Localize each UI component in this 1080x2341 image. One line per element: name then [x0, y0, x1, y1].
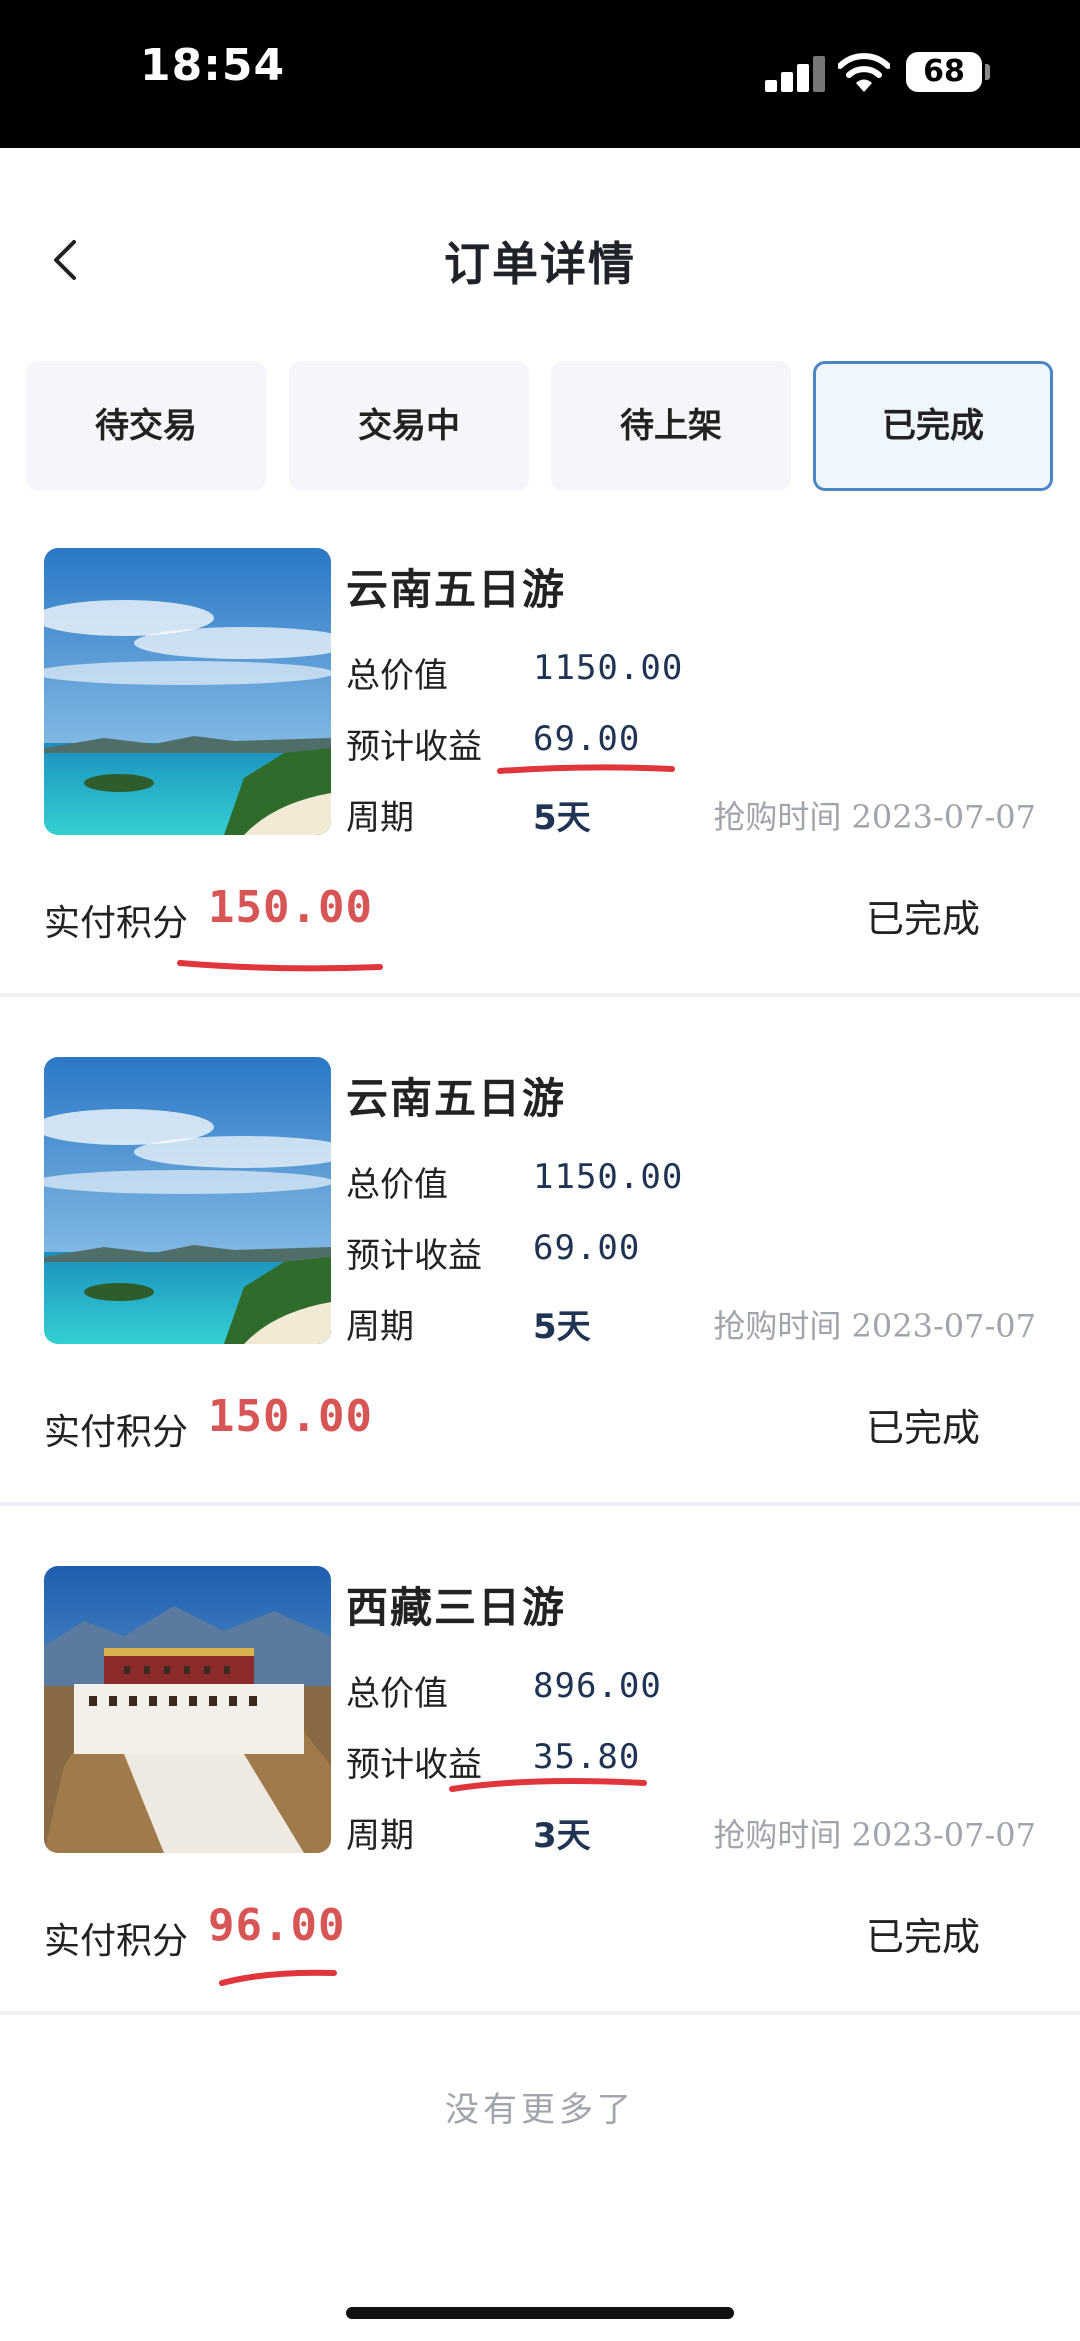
purchase-time-value: 2023-07-07 — [851, 798, 1037, 836]
order-status: 已完成 — [865, 1406, 980, 1450]
red-underline-mark — [497, 764, 675, 774]
tab-pending-trade[interactable]: 待交易 — [26, 361, 266, 491]
purchase-time-label: 抢购时间 — [713, 798, 842, 836]
paid-points: 150.00 — [208, 882, 373, 933]
period-value: 5天 — [533, 1307, 591, 1347]
purchase-time: 抢购时间 2023-07-07 — [713, 792, 1036, 838]
paid-points: 96.00 — [208, 1900, 346, 1951]
expected-income-label: 预计收益 — [346, 1236, 482, 1276]
total-value: 1150.00 — [533, 1157, 684, 1197]
purchase-time-label: 抢购时间 — [713, 1307, 842, 1345]
total-value: 1150.00 — [533, 648, 684, 688]
purchase-time-value: 2023-07-07 — [851, 1816, 1037, 1854]
signal-icon — [765, 56, 827, 92]
tab-trading[interactable]: 交易中 — [289, 361, 529, 491]
purchase-time-value: 2023-07-07 — [851, 1307, 1037, 1345]
status-bar: 18:54 68 — [0, 0, 1080, 148]
order-card[interactable]: 云南五日游 总价值 1150.00 预计收益 69.00 周期 5天 抢购时间 … — [0, 1057, 1080, 1506]
product-name: 云南五日游 — [346, 565, 567, 614]
purchase-time: 抢购时间 2023-07-07 — [713, 1301, 1036, 1347]
red-underline-mark — [449, 1778, 647, 1792]
order-card[interactable]: 西藏三日游 总价值 896.00 预计收益 35.80 周期 3天 抢购时间 2… — [0, 1566, 1080, 2015]
purchase-time-label: 抢购时间 — [713, 1816, 842, 1854]
expected-income-label: 预计收益 — [346, 727, 482, 767]
order-status: 已完成 — [865, 897, 980, 941]
expected-income: 35.80 — [533, 1737, 641, 1777]
red-underline-mark — [219, 1969, 337, 1986]
period-value: 3天 — [533, 1816, 591, 1856]
wifi-icon — [838, 53, 890, 92]
paid-points-label: 实付积分 — [44, 1921, 189, 1962]
total-value-label: 总价值 — [346, 1165, 448, 1205]
total-value-label: 总价值 — [346, 656, 448, 696]
status-time: 18:54 — [140, 40, 286, 91]
product-name: 西藏三日游 — [346, 1583, 567, 1632]
paid-points-label: 实付积分 — [44, 903, 189, 944]
period-value: 5天 — [533, 798, 591, 838]
potala-palace-thumbnail — [44, 1566, 331, 1853]
tab-pending-listing[interactable]: 待上架 — [551, 361, 791, 491]
page-title: 订单详情 — [444, 237, 636, 291]
purchase-time: 抢购时间 2023-07-07 — [713, 1810, 1036, 1856]
beach-thumbnail — [44, 1057, 331, 1344]
no-more-text: 没有更多了 — [445, 2090, 635, 2130]
home-indicator[interactable] — [346, 2307, 734, 2319]
order-status: 已完成 — [865, 1915, 980, 1959]
total-value: 896.00 — [533, 1666, 662, 1706]
period-label: 周期 — [346, 798, 414, 838]
paid-points: 150.00 — [208, 1391, 373, 1442]
battery-icon: 68 — [906, 52, 990, 92]
expected-income: 69.00 — [533, 719, 641, 759]
red-underline-mark — [177, 960, 383, 972]
tab-completed[interactable]: 已完成 — [813, 361, 1053, 491]
beach-thumbnail — [44, 548, 331, 835]
total-value-label: 总价值 — [346, 1674, 448, 1714]
product-name: 云南五日游 — [346, 1074, 567, 1123]
period-label: 周期 — [346, 1816, 414, 1856]
period-label: 周期 — [346, 1307, 414, 1347]
paid-points-label: 实付积分 — [44, 1412, 189, 1453]
order-card[interactable]: 云南五日游 总价值 1150.00 预计收益 69.00 周期 5天 抢购时间 … — [0, 548, 1080, 997]
expected-income: 69.00 — [533, 1228, 641, 1268]
